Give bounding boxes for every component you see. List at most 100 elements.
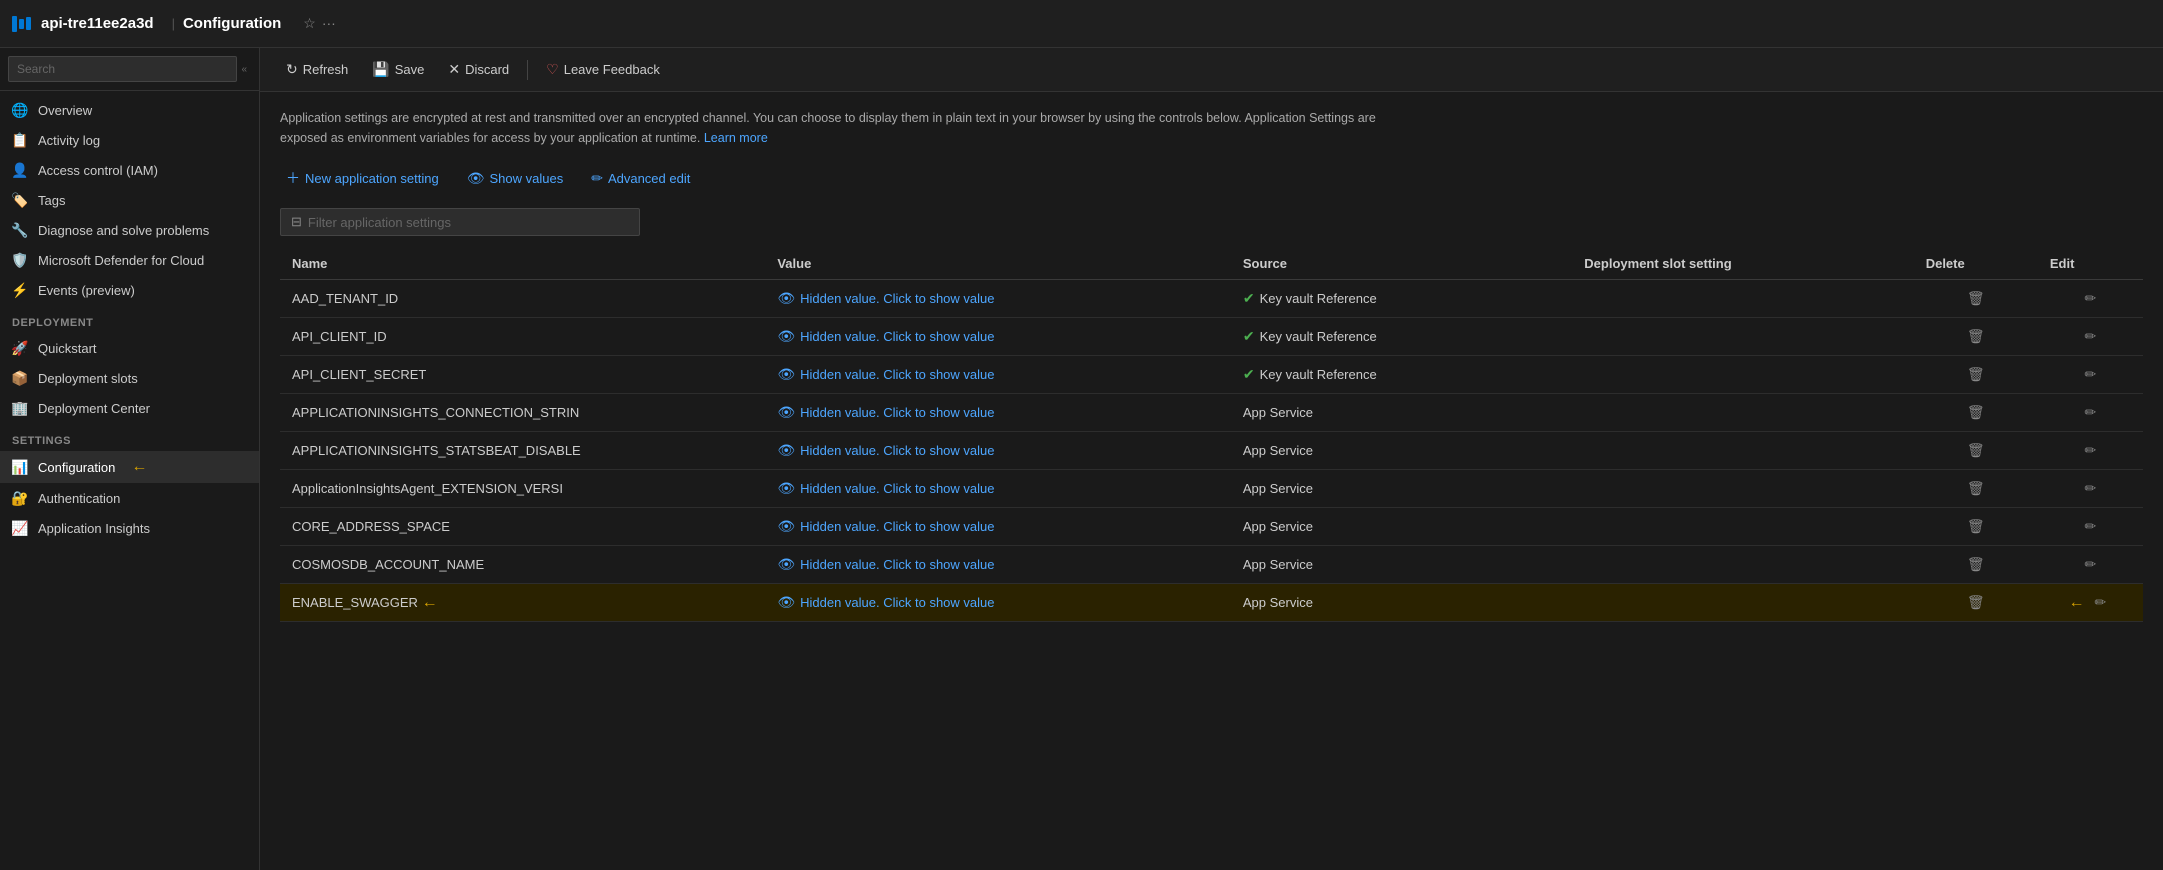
star-icon[interactable]: ☆ bbox=[303, 15, 316, 32]
sidebar-item-diagnose[interactable]: 🔧 Diagnose and solve problems bbox=[0, 215, 259, 245]
delete-button[interactable]: 🗑 bbox=[1961, 439, 1991, 462]
edit-button[interactable]: ✏ bbox=[2079, 325, 2103, 348]
hidden-value-link[interactable]: 👁Hidden value. Click to show value bbox=[777, 290, 1219, 307]
cell-edit: ✏ bbox=[2038, 318, 2143, 356]
sidebar-item-events[interactable]: ⚡ Events (preview) bbox=[0, 275, 259, 305]
table-header-row: Name Value Source Deployment slot settin… bbox=[280, 248, 2143, 280]
sidebar-item-tags[interactable]: 🏷️ Tags bbox=[0, 185, 259, 215]
resource-name: api-tre11ee2a3d bbox=[41, 15, 154, 32]
delete-button[interactable]: 🗑 bbox=[1961, 401, 1991, 424]
edit-with-arrow: ←✏ bbox=[2050, 591, 2131, 614]
cell-value[interactable]: 👁Hidden value. Click to show value bbox=[765, 318, 1231, 356]
edit-button[interactable]: ✏ bbox=[2079, 439, 2103, 462]
search-input[interactable] bbox=[8, 56, 237, 82]
sidebar-item-deployment-slots[interactable]: 📦 Deployment slots bbox=[0, 363, 259, 393]
sidebar-item-activity-log[interactable]: 📋 Activity log bbox=[0, 125, 259, 155]
top-bar-actions: ☆ ··· bbox=[303, 15, 336, 32]
hidden-value-link[interactable]: 👁Hidden value. Click to show value bbox=[777, 442, 1219, 459]
edit-button[interactable]: ✏ bbox=[2079, 363, 2103, 386]
cell-value[interactable]: 👁Hidden value. Click to show value bbox=[765, 470, 1231, 508]
cell-value[interactable]: 👁Hidden value. Click to show value bbox=[765, 508, 1231, 546]
hidden-value-text: Hidden value. Click to show value bbox=[800, 291, 994, 306]
advanced-edit-button[interactable]: ✏ Advanced edit bbox=[585, 166, 696, 191]
cell-name: ENABLE_SWAGGER ← bbox=[280, 584, 765, 622]
check-icon: ✔ bbox=[1243, 328, 1255, 345]
setting-name: ENABLE_SWAGGER bbox=[292, 595, 418, 610]
cell-value[interactable]: 👁Hidden value. Click to show value bbox=[765, 356, 1231, 394]
delete-button[interactable]: 🗑 bbox=[1961, 287, 1991, 310]
save-button[interactable]: 💾 Save bbox=[362, 56, 434, 83]
cell-delete: 🗑 bbox=[1914, 394, 2038, 432]
col-header-value: Value bbox=[765, 248, 1231, 280]
cell-deployment-slot bbox=[1572, 318, 1913, 356]
edit-button[interactable]: ✏ bbox=[2089, 591, 2113, 614]
edit-button[interactable]: ✏ bbox=[2079, 287, 2103, 310]
hidden-value-text: Hidden value. Click to show value bbox=[800, 595, 994, 610]
edit-button[interactable]: ✏ bbox=[2079, 515, 2103, 538]
refresh-icon: ↻ bbox=[286, 61, 298, 78]
table-row: COSMOSDB_ACCOUNT_NAME👁Hidden value. Clic… bbox=[280, 546, 2143, 584]
search-wrapper: « bbox=[8, 56, 251, 82]
sidebar-item-configuration[interactable]: 📊 Configuration ← bbox=[0, 451, 259, 483]
edit-button[interactable]: ✏ bbox=[2079, 553, 2103, 576]
cell-value[interactable]: 👁Hidden value. Click to show value bbox=[765, 432, 1231, 470]
hidden-value-link[interactable]: 👁Hidden value. Click to show value bbox=[777, 328, 1219, 345]
cell-value[interactable]: 👁Hidden value. Click to show value bbox=[765, 584, 1231, 622]
eye-icon: 👁 bbox=[777, 442, 795, 459]
delete-button[interactable]: 🗑 bbox=[1961, 363, 1991, 386]
sidebar-item-deployment-center[interactable]: 🏢 Deployment Center bbox=[0, 393, 259, 423]
source-label: Key vault Reference bbox=[1260, 367, 1377, 382]
refresh-button[interactable]: ↻ Refresh bbox=[276, 56, 358, 83]
sidebar-item-iam[interactable]: 👤 Access control (IAM) bbox=[0, 155, 259, 185]
filter-input[interactable] bbox=[308, 215, 629, 230]
learn-more-link[interactable]: Learn more bbox=[704, 131, 768, 145]
ellipsis-icon[interactable]: ··· bbox=[322, 15, 336, 32]
show-values-button[interactable]: 👁 Show values bbox=[461, 166, 570, 191]
cell-value[interactable]: 👁Hidden value. Click to show value bbox=[765, 546, 1231, 584]
sidebar-item-quickstart[interactable]: 🚀 Quickstart bbox=[0, 333, 259, 363]
delete-button[interactable]: 🗑 bbox=[1961, 553, 1991, 576]
cell-value[interactable]: 👁Hidden value. Click to show value bbox=[765, 280, 1231, 318]
hidden-value-link[interactable]: 👁Hidden value. Click to show value bbox=[777, 480, 1219, 497]
table-row: CORE_ADDRESS_SPACE👁Hidden value. Click t… bbox=[280, 508, 2143, 546]
cell-edit: ✏ bbox=[2038, 508, 2143, 546]
sidebar-item-defender[interactable]: 🛡️ Microsoft Defender for Cloud bbox=[0, 245, 259, 275]
delete-button[interactable]: 🗑 bbox=[1961, 477, 1991, 500]
filter-bar: ⊟ bbox=[280, 208, 2143, 236]
col-header-edit: Edit bbox=[2038, 248, 2143, 280]
hidden-value-link[interactable]: 👁Hidden value. Click to show value bbox=[777, 404, 1219, 421]
hidden-value-text: Hidden value. Click to show value bbox=[800, 519, 994, 534]
cell-name: ApplicationInsightsAgent_EXTENSION_VERSI bbox=[280, 470, 765, 508]
collapse-icon[interactable]: « bbox=[237, 60, 251, 79]
col-header-name: Name bbox=[280, 248, 765, 280]
cell-deployment-slot bbox=[1572, 280, 1913, 318]
title-separator: | bbox=[172, 16, 175, 31]
cell-name: APPLICATIONINSIGHTS_STATSBEAT_DISABLE bbox=[280, 432, 765, 470]
sidebar-item-authentication[interactable]: 🔐 Authentication bbox=[0, 483, 259, 513]
hidden-value-link[interactable]: 👁Hidden value. Click to show value bbox=[777, 594, 1219, 611]
discard-button[interactable]: ✕ Discard bbox=[438, 56, 519, 83]
sidebar-item-app-insights[interactable]: 📈 Application Insights bbox=[0, 513, 259, 543]
hidden-value-link[interactable]: 👁Hidden value. Click to show value bbox=[777, 366, 1219, 383]
feedback-button[interactable]: ♡ Leave Feedback bbox=[536, 56, 670, 83]
section-header-settings: Settings bbox=[0, 423, 259, 451]
delete-button[interactable]: 🗑 bbox=[1961, 325, 1991, 348]
cell-delete: 🗑 bbox=[1914, 470, 2038, 508]
hidden-value-link[interactable]: 👁Hidden value. Click to show value bbox=[777, 556, 1219, 573]
cell-edit: ✏ bbox=[2038, 394, 2143, 432]
advanced-edit-label: Advanced edit bbox=[608, 171, 690, 186]
cell-value[interactable]: 👁Hidden value. Click to show value bbox=[765, 394, 1231, 432]
edit-button[interactable]: ✏ bbox=[2079, 401, 2103, 424]
cell-edit: ✏ bbox=[2038, 356, 2143, 394]
table-row: APPLICATIONINSIGHTS_CONNECTION_STRIN👁Hid… bbox=[280, 394, 2143, 432]
hidden-value-link[interactable]: 👁Hidden value. Click to show value bbox=[777, 518, 1219, 535]
source-badge: ✔Key vault Reference bbox=[1243, 290, 1560, 307]
hidden-value-text: Hidden value. Click to show value bbox=[800, 557, 994, 572]
delete-button[interactable]: 🗑 bbox=[1961, 515, 1991, 538]
events-icon: ⚡ bbox=[12, 282, 28, 298]
delete-button[interactable]: 🗑 bbox=[1961, 591, 1991, 614]
toolbar: ↻ Refresh 💾 Save ✕ Discard ♡ Leave Feedb… bbox=[260, 48, 2163, 92]
sidebar-item-overview[interactable]: 🌐 Overview bbox=[0, 95, 259, 125]
edit-button[interactable]: ✏ bbox=[2079, 477, 2103, 500]
new-setting-button[interactable]: ＋ New application setting bbox=[280, 164, 445, 192]
